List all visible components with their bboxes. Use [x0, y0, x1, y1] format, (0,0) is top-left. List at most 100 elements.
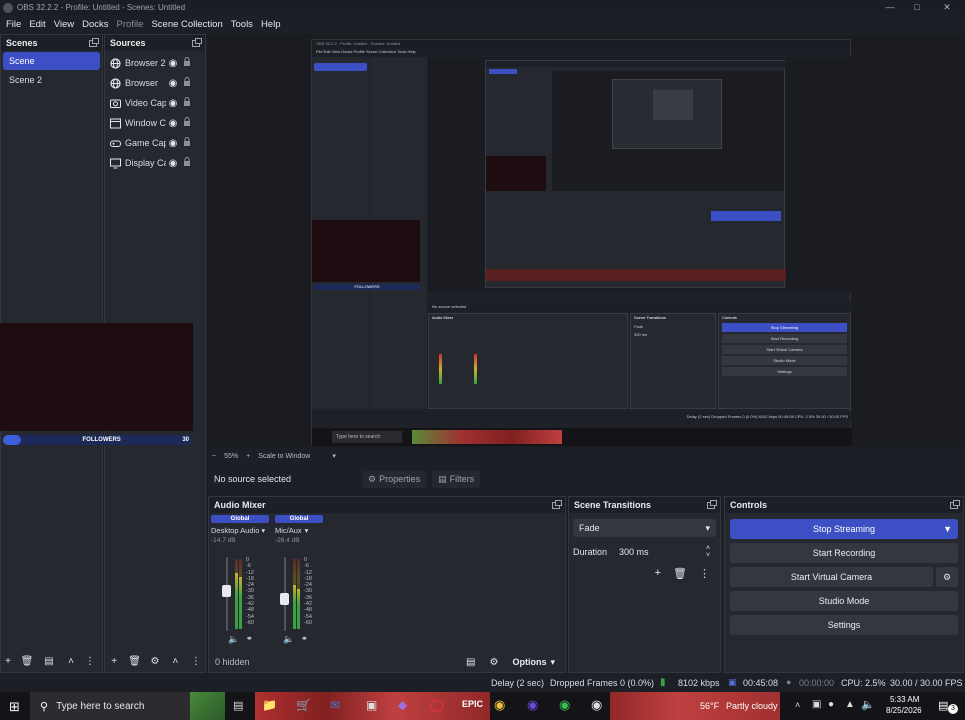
- notification-icon[interactable]: ▤: [938, 699, 948, 712]
- source-item-display-capture[interactable]: Display Ca ◉: [105, 153, 205, 173]
- lock-icon[interactable]: [180, 77, 194, 89]
- remove-scene-icon[interactable]: 🗑: [16, 656, 38, 667]
- windows-start-icon[interactable]: ⊞: [9, 699, 20, 715]
- transition-select[interactable]: Fade ▾: [573, 519, 716, 537]
- lock-icon[interactable]: [180, 137, 194, 149]
- chevron-down-icon[interactable]: ▼: [943, 519, 952, 539]
- volume-slider[interactable]: [221, 557, 233, 631]
- more-icon[interactable]: ⋮: [82, 656, 98, 667]
- store-icon[interactable]: 🛒: [296, 698, 311, 712]
- remove-transition-icon[interactable]: 🗑: [673, 567, 687, 580]
- gamepad-icon[interactable]: ◆: [398, 698, 407, 712]
- menu-scene-collection[interactable]: Scene Collection: [147, 19, 226, 30]
- microphone-icon[interactable]: ●: [828, 699, 834, 710]
- duration-input[interactable]: 300 ms ˄ ˅: [613, 543, 716, 561]
- source-item-game-capture[interactable]: Game Cap ◉: [105, 133, 205, 153]
- file-explorer-icon[interactable]: 📁: [262, 698, 277, 712]
- undock-icon[interactable]: [950, 499, 960, 509]
- outlook-icon[interactable]: ✉: [330, 698, 340, 712]
- move-up-icon[interactable]: ˄: [60, 656, 82, 667]
- teams-icon[interactable]: ◉: [527, 697, 538, 713]
- mixer-settings-icon[interactable]: ⚙: [490, 657, 499, 668]
- chevron-up-icon[interactable]: ˄: [795, 700, 800, 710]
- eye-icon[interactable]: ◉: [166, 158, 180, 169]
- add-source-icon[interactable]: +: [104, 656, 124, 667]
- chevron-down-icon[interactable]: ▾: [332, 452, 336, 460]
- filters-button[interactable]: ▤ Filters: [432, 470, 481, 488]
- weather-condition[interactable]: Partly cloudy: [726, 701, 778, 711]
- spotify-icon[interactable]: ◉: [559, 697, 570, 713]
- task-view-icon[interactable]: ▤: [233, 699, 243, 712]
- more-icon[interactable]: ⋮: [699, 567, 710, 580]
- lock-icon[interactable]: [180, 117, 194, 129]
- spinner-icon[interactable]: ˄ ˅: [706, 545, 710, 559]
- eye-icon[interactable]: ◉: [166, 58, 180, 69]
- chevron-down-icon[interactable]: ▾: [305, 526, 309, 535]
- wifi-icon[interactable]: ▲: [845, 699, 855, 710]
- chevron-down-icon[interactable]: ▾: [261, 526, 265, 535]
- add-scene-icon[interactable]: +: [0, 656, 16, 667]
- scene-item-scene-2[interactable]: Scene 2: [3, 71, 100, 89]
- link-icon[interactable]: ⚭: [246, 634, 253, 643]
- scene-item-scene[interactable]: Scene: [3, 52, 100, 70]
- stop-streaming-button[interactable]: Stop Streaming ▼: [730, 519, 958, 539]
- clock-time[interactable]: 5:33 AM: [890, 695, 919, 704]
- source-item-video-capture[interactable]: Video Cap ◉: [105, 93, 205, 113]
- preview-canvas[interactable]: OBS 32.2.2 - Profile: Untitled - Scenes:…: [208, 34, 965, 460]
- maximize-icon[interactable]: □: [902, 0, 932, 15]
- opera-icon[interactable]: ◯: [430, 698, 443, 712]
- lock-icon[interactable]: [180, 157, 194, 169]
- menu-docks[interactable]: Docks: [78, 19, 112, 30]
- more-icon[interactable]: ⋮: [186, 656, 206, 667]
- lock-icon[interactable]: [180, 57, 194, 69]
- source-item-browser-2[interactable]: Browser 2 ◉: [105, 53, 205, 73]
- zoom-in-icon[interactable]: +: [246, 453, 250, 460]
- add-transition-icon[interactable]: +: [655, 567, 661, 580]
- volume-slider[interactable]: [279, 557, 291, 631]
- remove-source-icon[interactable]: 🗑: [124, 656, 144, 667]
- source-item-window-capture[interactable]: Window C ◉: [105, 113, 205, 133]
- lock-icon[interactable]: [180, 97, 194, 109]
- layout-icon[interactable]: ▤: [466, 657, 475, 668]
- obs-taskbar-icon[interactable]: ◉: [591, 697, 602, 713]
- source-settings-icon[interactable]: ⚙: [145, 656, 165, 667]
- speaker-icon[interactable]: 🔈: [228, 634, 239, 645]
- chrome-icon[interactable]: ◉: [494, 697, 505, 713]
- start-recording-button[interactable]: Start Recording: [730, 543, 958, 563]
- taskbar-search[interactable]: ⚲ Type here to search: [30, 692, 190, 720]
- settings-button[interactable]: Settings: [730, 615, 958, 635]
- network-icon[interactable]: ▣: [812, 699, 821, 710]
- menu-file[interactable]: File: [2, 19, 25, 30]
- menu-tools[interactable]: Tools: [227, 19, 257, 30]
- eye-icon[interactable]: ◉: [166, 78, 180, 89]
- menu-edit[interactable]: Edit: [25, 19, 49, 30]
- start-virtual-camera-button[interactable]: Start Virtual Camera: [730, 567, 933, 587]
- slider-handle[interactable]: [280, 593, 289, 605]
- speaker-icon[interactable]: 🔈: [283, 634, 294, 645]
- virtual-camera-settings-icon[interactable]: ⚙: [936, 567, 958, 587]
- app-icon[interactable]: ▣: [366, 698, 377, 712]
- undock-icon[interactable]: [89, 37, 99, 47]
- link-icon[interactable]: ⚭: [301, 634, 308, 643]
- undock-icon[interactable]: [552, 499, 562, 509]
- eye-icon[interactable]: ◉: [166, 98, 180, 109]
- menu-help[interactable]: Help: [257, 19, 285, 30]
- scale-to-window[interactable]: Scale to Window: [258, 453, 310, 460]
- studio-mode-button[interactable]: Studio Mode: [730, 591, 958, 611]
- options-button[interactable]: Options ▾: [512, 657, 555, 668]
- minimize-icon[interactable]: —: [875, 0, 905, 15]
- properties-button[interactable]: ⚙ Properties: [362, 470, 427, 488]
- widgets-icon[interactable]: [190, 692, 225, 720]
- scene-filters-icon[interactable]: ▤: [38, 656, 60, 667]
- slider-handle[interactable]: [222, 585, 231, 597]
- menu-profile[interactable]: Profile: [113, 19, 148, 30]
- close-icon[interactable]: ✕: [932, 0, 962, 15]
- menu-view[interactable]: View: [50, 19, 78, 30]
- move-up-icon[interactable]: ˄: [165, 656, 185, 667]
- clock-date[interactable]: 8/25/2026: [886, 706, 922, 715]
- eye-icon[interactable]: ◉: [166, 118, 180, 129]
- source-item-browser[interactable]: Browser ◉: [105, 73, 205, 93]
- zoom-out-icon[interactable]: −: [212, 453, 216, 460]
- undock-icon[interactable]: [192, 37, 202, 47]
- eye-icon[interactable]: ◉: [166, 138, 180, 149]
